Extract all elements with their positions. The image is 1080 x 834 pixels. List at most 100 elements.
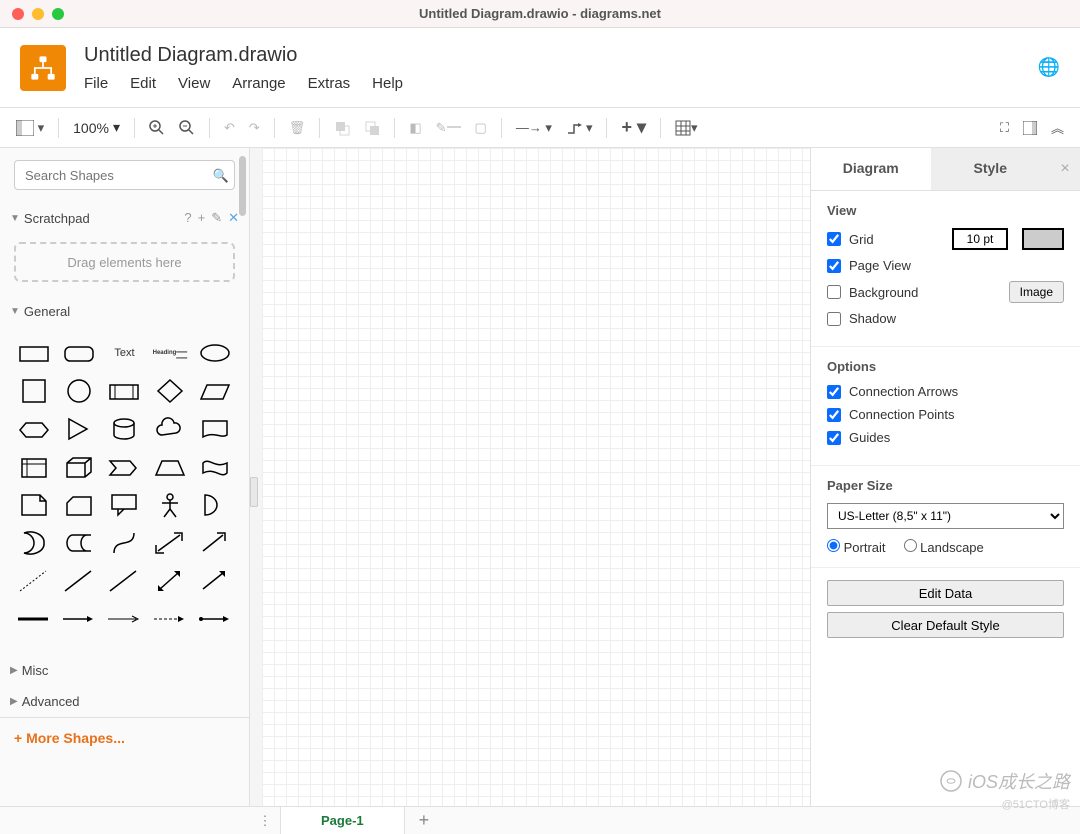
shape-link5[interactable] <box>196 603 235 635</box>
shape-circle[interactable] <box>59 375 98 407</box>
shape-datastore[interactable] <box>59 527 98 559</box>
scratchpad-dropzone[interactable]: Drag elements here <box>14 242 235 282</box>
shape-connector[interactable] <box>196 565 235 597</box>
shape-text[interactable]: Text <box>105 337 144 369</box>
minimize-window-icon[interactable] <box>32 8 44 20</box>
shape-internal-storage[interactable] <box>14 451 53 483</box>
canvas[interactable] <box>250 148 810 806</box>
menu-help[interactable]: Help <box>372 75 403 92</box>
scratchpad-add-icon[interactable]: + <box>198 210 206 226</box>
shape-document[interactable] <box>196 413 235 445</box>
shape-card[interactable] <box>59 489 98 521</box>
shadow-checkbox[interactable] <box>827 312 841 326</box>
shape-note[interactable] <box>14 489 53 521</box>
language-icon[interactable]: 🌐 <box>1038 57 1060 78</box>
tab-diagram[interactable]: Diagram <box>811 148 931 190</box>
delete-icon[interactable]: 🗑 <box>283 116 312 140</box>
background-checkbox[interactable] <box>827 285 841 299</box>
shape-link2[interactable] <box>59 603 98 635</box>
insert-icon[interactable]: + ▾ <box>615 113 652 142</box>
tab-style[interactable]: Style <box>931 148 1051 190</box>
grid-checkbox[interactable] <box>827 232 841 246</box>
portrait-radio[interactable] <box>827 539 840 552</box>
general-header[interactable]: ▼ General <box>0 296 249 327</box>
waypoint-icon[interactable]: ▾ <box>560 116 599 140</box>
shape-bidir-arrow[interactable] <box>150 527 189 559</box>
shape-or[interactable] <box>14 527 53 559</box>
pages-menu-icon[interactable]: ⋮ <box>250 813 280 829</box>
shape-bidir-connector[interactable] <box>150 565 189 597</box>
fill-color-icon[interactable]: ◧ <box>403 116 427 140</box>
zoom-level[interactable]: 100%▾ <box>67 119 126 136</box>
zoom-in-icon[interactable] <box>143 116 171 140</box>
to-back-icon[interactable] <box>358 116 386 140</box>
shape-square[interactable] <box>14 375 53 407</box>
shape-dashed-line[interactable] <box>14 565 53 597</box>
sidebar-toggle-icon[interactable]: ▾ <box>10 116 50 140</box>
panel-close-icon[interactable]: × <box>1050 148 1080 190</box>
sidebar-collapse-handle[interactable] <box>250 477 258 507</box>
zoom-out-icon[interactable] <box>173 116 201 140</box>
menu-arrange[interactable]: Arrange <box>232 75 285 92</box>
shape-cloud[interactable] <box>150 413 189 445</box>
shape-link1[interactable] <box>14 603 53 635</box>
shape-cube[interactable] <box>59 451 98 483</box>
paper-size-select[interactable]: US-Letter (8,5" x 11") <box>827 503 1064 529</box>
shape-cylinder[interactable] <box>105 413 144 445</box>
shape-rounded-rectangle[interactable] <box>59 337 98 369</box>
shape-triangle[interactable] <box>59 413 98 445</box>
shape-callout[interactable] <box>105 489 144 521</box>
search-icon[interactable]: 🔍 <box>213 168 229 183</box>
shape-rectangle[interactable] <box>14 337 53 369</box>
misc-header[interactable]: ▶ Misc <box>0 655 249 686</box>
to-front-icon[interactable] <box>328 116 356 140</box>
line-color-icon[interactable]: ✎ <box>430 116 467 140</box>
close-window-icon[interactable] <box>12 8 24 20</box>
scratchpad-help-icon[interactable]: ? <box>184 210 191 226</box>
scratchpad-close-icon[interactable]: ✕ <box>228 210 239 226</box>
add-page-icon[interactable]: + <box>405 810 444 831</box>
menu-extras[interactable]: Extras <box>308 75 351 92</box>
scratchpad-edit-icon[interactable]: ✎ <box>211 210 222 226</box>
shape-hexagon[interactable] <box>14 413 53 445</box>
guides-checkbox[interactable] <box>827 431 841 445</box>
shape-arrow[interactable] <box>196 527 235 559</box>
table-icon[interactable]: ▾ <box>669 116 704 140</box>
maximize-window-icon[interactable] <box>52 8 64 20</box>
document-title[interactable]: Untitled Diagram.drawio <box>84 44 1038 67</box>
redo-icon[interactable]: ↷ <box>243 116 266 140</box>
landscape-radio[interactable] <box>904 539 917 552</box>
shape-process[interactable] <box>105 375 144 407</box>
menu-file[interactable]: File <box>84 75 108 92</box>
shape-curve[interactable] <box>105 527 144 559</box>
connection-icon[interactable]: ―→ ▾ <box>510 116 558 140</box>
shape-link4[interactable] <box>150 603 189 635</box>
shape-link3[interactable] <box>105 603 144 635</box>
page-tab[interactable]: Page-1 <box>280 807 405 834</box>
shape-tape[interactable] <box>196 451 235 483</box>
conn-arrows-checkbox[interactable] <box>827 385 841 399</box>
shape-ellipse[interactable] <box>196 337 235 369</box>
grid-size-input[interactable] <box>952 228 1008 250</box>
more-shapes-button[interactable]: + More Shapes... <box>0 717 249 758</box>
advanced-header[interactable]: ▶ Advanced <box>0 686 249 717</box>
clear-style-button[interactable]: Clear Default Style <box>827 612 1064 638</box>
search-input[interactable] <box>14 160 235 190</box>
scratchpad-header[interactable]: ▼ Scratchpad ? + ✎ ✕ <box>0 202 249 234</box>
shape-heading[interactable]: Heading━━━━━━ <box>150 337 189 369</box>
page-view-checkbox[interactable] <box>827 259 841 273</box>
collapse-icon[interactable]: ︽ <box>1045 114 1070 141</box>
shape-line[interactable] <box>59 565 98 597</box>
conn-points-checkbox[interactable] <box>827 408 841 422</box>
shadow-icon[interactable]: ▢ <box>469 116 493 140</box>
shape-actor[interactable] <box>150 489 189 521</box>
shape-step[interactable] <box>105 451 144 483</box>
shape-diamond[interactable] <box>150 375 189 407</box>
undo-icon[interactable]: ↶ <box>218 116 241 140</box>
menu-view[interactable]: View <box>178 75 210 92</box>
shape-and[interactable] <box>196 489 235 521</box>
shape-line2[interactable] <box>105 565 144 597</box>
sidebar-scrollbar[interactable] <box>239 156 246 216</box>
canvas-page[interactable] <box>262 148 810 806</box>
format-panel-icon[interactable] <box>1017 117 1043 139</box>
